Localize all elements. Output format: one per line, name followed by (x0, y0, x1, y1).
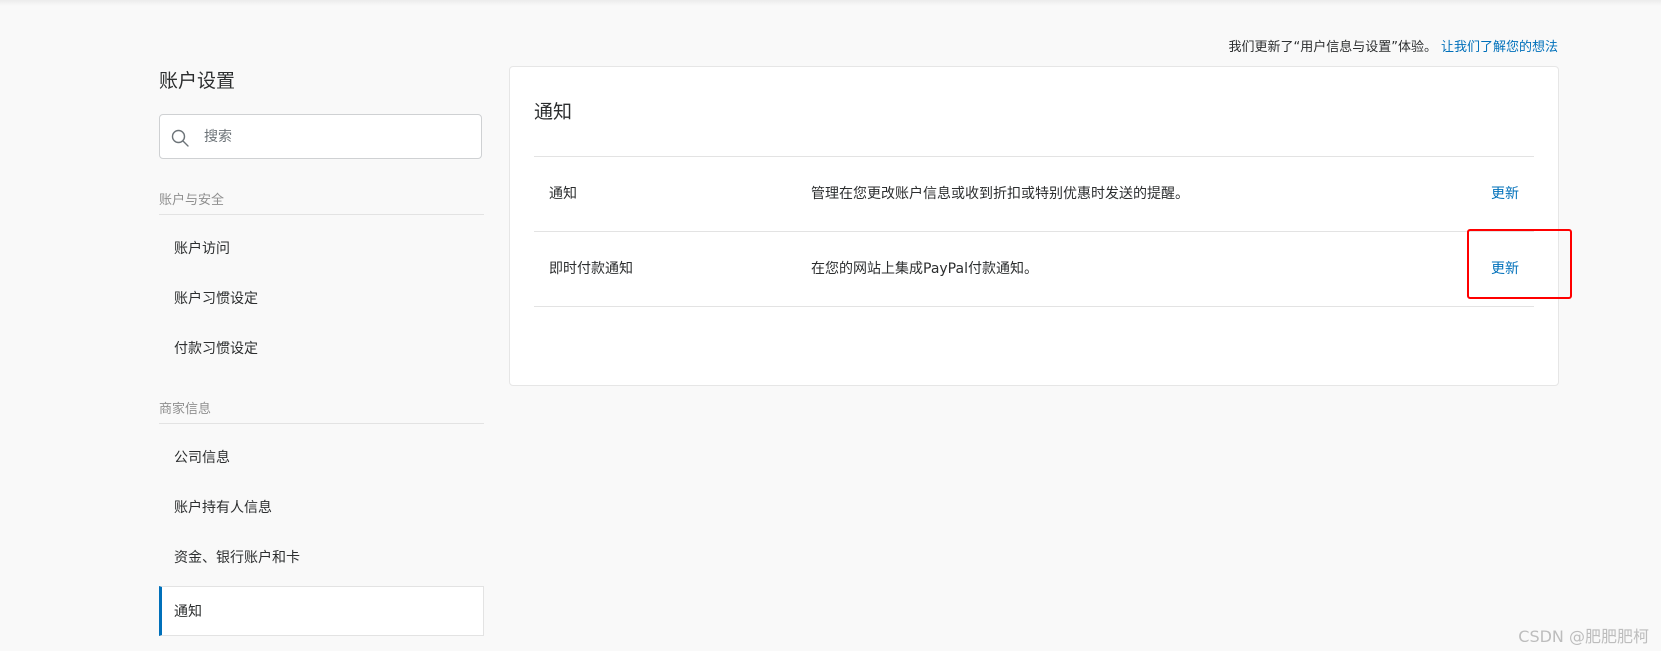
banner-text: 我们更新了“用户信息与设置”体验。 (1228, 40, 1437, 55)
search-box[interactable] (159, 114, 482, 159)
search-icon (171, 129, 189, 147)
sidebar-title: 账户设置 (159, 70, 236, 92)
sidebar-item-payment-preferences[interactable]: 付款习惯设定 (159, 324, 484, 374)
highlight-annotation-box (1467, 229, 1572, 299)
notification-row-ipn: 即时付款通知 在您的网站上集成PayPal付款通知。 更新 (534, 232, 1534, 307)
row-description: 管理在您更改账户信息或收到折扣或特别优惠时发送的提醒。 (811, 186, 1189, 202)
notification-row-notifications: 通知 管理在您更改账户信息或收到折扣或特别优惠时发送的提醒。 更新 (534, 157, 1534, 232)
feedback-banner: 我们更新了“用户信息与设置”体验。 让我们了解您的想法 (1229, 36, 1559, 55)
sidebar-item-account-holder-info[interactable]: 账户持有人信息 (159, 483, 484, 533)
sidebar-item-company-info[interactable]: 公司信息 (159, 433, 484, 483)
sidebar-item-notifications[interactable]: 通知 (159, 586, 484, 636)
nav-list-business-info: 公司信息 账户持有人信息 资金、银行账户和卡 通知 (159, 433, 484, 636)
nav-list-account-security: 账户访问 账户习惯设定 付款习惯设定 (159, 224, 484, 374)
sidebar-item-account-access[interactable]: 账户访问 (159, 224, 484, 274)
search-input[interactable] (204, 115, 474, 158)
update-notifications-link[interactable]: 更新 (1491, 157, 1519, 232)
feedback-link[interactable]: 让我们了解您的想法 (1441, 40, 1558, 55)
page-title: 通知 (534, 101, 573, 123)
row-description: 在您的网站上集成PayPal付款通知。 (811, 261, 1038, 277)
watermark: CSDN @肥肥肥柯 (1518, 627, 1649, 646)
sidebar-item-funds-banks-cards[interactable]: 资金、银行账户和卡 (159, 533, 484, 583)
row-name: 通知 (549, 186, 577, 202)
section-header-business-info: 商家信息 (159, 398, 484, 424)
top-edge (0, 0, 1661, 6)
sidebar-item-account-preferences[interactable]: 账户习惯设定 (159, 274, 484, 324)
section-header-account-security: 账户与安全 (159, 189, 484, 215)
settings-sidebar: 账户设置 账户与安全 账户访问 账户习惯设定 付款习惯设定 商家信息 公司信息 … (159, 66, 484, 636)
row-name: 即时付款通知 (549, 261, 633, 277)
notifications-card: 通知 通知 管理在您更改账户信息或收到折扣或特别优惠时发送的提醒。 更新 即时付… (509, 66, 1559, 386)
